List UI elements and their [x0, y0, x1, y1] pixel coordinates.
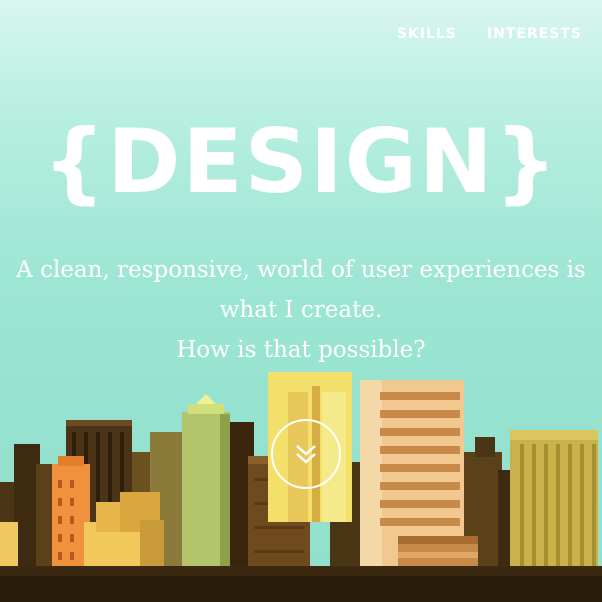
double-chevron-down-icon	[296, 445, 316, 464]
hero-tagline: A clean, responsive, world of user exper…	[0, 250, 602, 370]
tagline-line-3: How is that possible?	[176, 337, 426, 363]
top-nav: SKILLS INTERESTS	[397, 26, 582, 42]
nav-link-skills[interactable]: SKILLS	[397, 26, 457, 42]
tagline-line-1: A clean, responsive, world of user exper…	[16, 257, 586, 283]
tagline-line-2: what I create.	[219, 297, 383, 323]
nav-link-interests[interactable]: INTERESTS	[487, 26, 582, 42]
hero-title: {DESIGN}	[42, 110, 560, 213]
scroll-down-button[interactable]	[271, 419, 341, 489]
hero-section: SKILLS INTERESTS {DESIGN} A clean, respo…	[0, 0, 602, 602]
